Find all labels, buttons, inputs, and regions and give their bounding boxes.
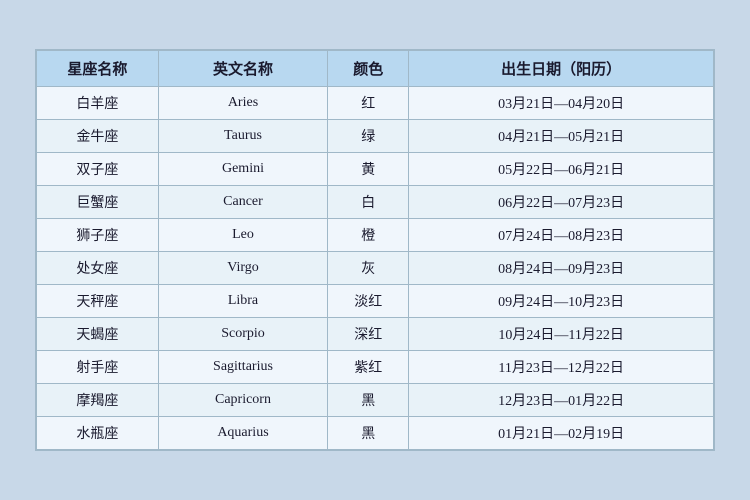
table-header-row: 星座名称 英文名称 颜色 出生日期（阳历） xyxy=(37,51,714,87)
cell-english: Sagittarius xyxy=(158,351,327,384)
zodiac-table-container: 星座名称 英文名称 颜色 出生日期（阳历） 白羊座Aries红03月21日—04… xyxy=(35,49,715,451)
cell-chinese: 巨蟹座 xyxy=(37,186,159,219)
cell-english: Leo xyxy=(158,219,327,252)
table-row: 狮子座Leo橙07月24日—08月23日 xyxy=(37,219,714,252)
cell-date: 04月21日—05月21日 xyxy=(409,120,714,153)
cell-chinese: 水瓶座 xyxy=(37,417,159,450)
cell-date: 03月21日—04月20日 xyxy=(409,87,714,120)
cell-chinese: 狮子座 xyxy=(37,219,159,252)
cell-chinese: 处女座 xyxy=(37,252,159,285)
table-row: 双子座Gemini黄05月22日—06月21日 xyxy=(37,153,714,186)
cell-chinese: 天蝎座 xyxy=(37,318,159,351)
cell-date: 01月21日—02月19日 xyxy=(409,417,714,450)
cell-color: 红 xyxy=(328,87,409,120)
cell-color: 橙 xyxy=(328,219,409,252)
cell-chinese: 白羊座 xyxy=(37,87,159,120)
table-row: 摩羯座Capricorn黑12月23日—01月22日 xyxy=(37,384,714,417)
cell-color: 紫红 xyxy=(328,351,409,384)
cell-english: Libra xyxy=(158,285,327,318)
cell-date: 09月24日—10月23日 xyxy=(409,285,714,318)
cell-chinese: 双子座 xyxy=(37,153,159,186)
header-date: 出生日期（阳历） xyxy=(409,51,714,87)
cell-color: 黑 xyxy=(328,417,409,450)
table-row: 金牛座Taurus绿04月21日—05月21日 xyxy=(37,120,714,153)
table-row: 处女座Virgo灰08月24日—09月23日 xyxy=(37,252,714,285)
cell-english: Scorpio xyxy=(158,318,327,351)
header-chinese: 星座名称 xyxy=(37,51,159,87)
cell-color: 白 xyxy=(328,186,409,219)
zodiac-table: 星座名称 英文名称 颜色 出生日期（阳历） 白羊座Aries红03月21日—04… xyxy=(36,50,714,450)
cell-chinese: 射手座 xyxy=(37,351,159,384)
cell-date: 12月23日—01月22日 xyxy=(409,384,714,417)
table-row: 巨蟹座Cancer白06月22日—07月23日 xyxy=(37,186,714,219)
cell-chinese: 天秤座 xyxy=(37,285,159,318)
cell-color: 绿 xyxy=(328,120,409,153)
cell-color: 黑 xyxy=(328,384,409,417)
header-color: 颜色 xyxy=(328,51,409,87)
table-row: 白羊座Aries红03月21日—04月20日 xyxy=(37,87,714,120)
table-row: 射手座Sagittarius紫红11月23日—12月22日 xyxy=(37,351,714,384)
cell-english: Aquarius xyxy=(158,417,327,450)
cell-date: 05月22日—06月21日 xyxy=(409,153,714,186)
cell-english: Cancer xyxy=(158,186,327,219)
cell-date: 10月24日—11月22日 xyxy=(409,318,714,351)
cell-color: 灰 xyxy=(328,252,409,285)
cell-english: Virgo xyxy=(158,252,327,285)
cell-color: 深红 xyxy=(328,318,409,351)
cell-color: 黄 xyxy=(328,153,409,186)
cell-date: 11月23日—12月22日 xyxy=(409,351,714,384)
cell-chinese: 摩羯座 xyxy=(37,384,159,417)
header-english: 英文名称 xyxy=(158,51,327,87)
table-row: 水瓶座Aquarius黑01月21日—02月19日 xyxy=(37,417,714,450)
table-row: 天秤座Libra淡红09月24日—10月23日 xyxy=(37,285,714,318)
cell-color: 淡红 xyxy=(328,285,409,318)
cell-english: Gemini xyxy=(158,153,327,186)
cell-date: 06月22日—07月23日 xyxy=(409,186,714,219)
cell-date: 07月24日—08月23日 xyxy=(409,219,714,252)
cell-english: Taurus xyxy=(158,120,327,153)
cell-date: 08月24日—09月23日 xyxy=(409,252,714,285)
cell-english: Aries xyxy=(158,87,327,120)
table-row: 天蝎座Scorpio深红10月24日—11月22日 xyxy=(37,318,714,351)
cell-chinese: 金牛座 xyxy=(37,120,159,153)
cell-english: Capricorn xyxy=(158,384,327,417)
